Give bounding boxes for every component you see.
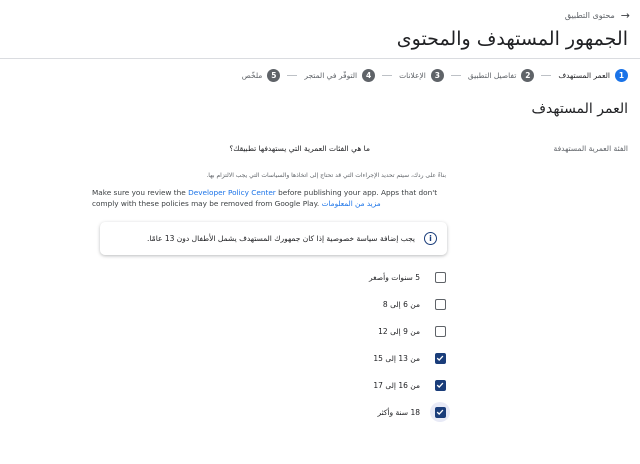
step-number: 4: [362, 69, 376, 82]
step-label: العمر المستهدف: [558, 71, 610, 80]
checkbox-container: [430, 294, 450, 314]
step-label: التوفّر في المتجر: [304, 71, 358, 80]
step-number: 5: [267, 69, 281, 82]
checkbox-container: [430, 348, 450, 368]
age-option-16-17[interactable]: من 16 إلى 17: [373, 375, 450, 395]
age-option-label: 5 سنوات وأصغر: [369, 272, 420, 282]
step-app-details[interactable]: 2 تفاصيل التطبيق: [467, 69, 535, 82]
checkbox[interactable]: [434, 352, 446, 364]
stepper: 1 العمر المستهدف 2 تفاصيل التطبيق 3 الإع…: [242, 69, 628, 82]
learn-more-link[interactable]: مزيد من المعلومات: [322, 199, 381, 208]
age-option-13-15[interactable]: من 13 إلى 15: [373, 348, 450, 368]
checkbox-container: [430, 402, 450, 422]
step-number: 2: [521, 69, 535, 82]
step-number: 3: [430, 69, 444, 82]
checkbox[interactable]: [434, 298, 446, 310]
age-option-label: من 6 إلى 8: [382, 299, 420, 309]
step-ads[interactable]: 3 الإعلانات: [399, 69, 444, 82]
policy-text-before: Make sure you review the: [92, 188, 189, 197]
age-option-label: 18 سنة وأكثر: [377, 407, 420, 417]
step-number: 1: [615, 69, 628, 82]
age-option-label: من 9 إلى 12: [378, 326, 420, 336]
step-target-age[interactable]: 1 العمر المستهدف: [558, 69, 628, 82]
step-label: تفاصيل التطبيق: [467, 71, 517, 80]
back-link[interactable]: → محتوى التطبيق: [565, 10, 630, 21]
checkbox[interactable]: [434, 406, 446, 418]
step-separator: [541, 75, 552, 76]
age-option-label: من 13 إلى 15: [373, 353, 420, 363]
step-label: ملخّص: [241, 71, 263, 80]
checkbox-container: [430, 321, 450, 341]
checkmark-icon: [436, 382, 444, 389]
policy-note: Make sure you review the Developer Polic…: [92, 187, 448, 209]
info-icon: i: [424, 232, 437, 245]
section-title: العمر المستهدف: [531, 101, 628, 117]
checkbox[interactable]: [434, 325, 446, 337]
age-option-9-12[interactable]: من 9 إلى 12: [378, 321, 450, 341]
developer-policy-center-link[interactable]: Developer Policy Center: [188, 188, 276, 197]
step-store-presence[interactable]: 4 التوفّر في المتجر: [304, 69, 376, 82]
step-separator: [382, 75, 393, 76]
checkbox[interactable]: [434, 271, 446, 283]
age-option-6-8[interactable]: من 6 إلى 8: [383, 294, 450, 314]
header-divider: [0, 58, 640, 59]
age-option-5-under[interactable]: 5 سنوات وأصغر: [369, 267, 450, 287]
checkbox-container: [430, 375, 450, 395]
checkbox[interactable]: [434, 379, 446, 391]
age-option-18-plus[interactable]: 18 سنة وأكثر: [377, 402, 450, 422]
checkmark-icon: [436, 409, 444, 416]
page-title: الجمهور المستهدف والمحتوى: [396, 28, 628, 50]
back-link-label: محتوى التطبيق: [564, 11, 615, 20]
info-card-text: يجب إضافة سياسة خصوصية إذا كان جمهورك ال…: [147, 234, 415, 243]
checkbox-container: [430, 267, 450, 287]
step-separator: [287, 75, 298, 76]
age-question: ما هي الفئات العمرية التي يستهدفها تطبيق…: [229, 144, 370, 153]
privacy-info-card: i يجب إضافة سياسة خصوصية إذا كان جمهورك …: [100, 222, 447, 255]
step-label: الإعلانات: [399, 71, 426, 80]
checkmark-icon: [436, 355, 444, 362]
target-age-field-label: الفئة العمرية المستهدفة: [553, 144, 628, 153]
step-summary[interactable]: 5 ملخّص: [242, 69, 281, 82]
arrow-right-icon: →: [620, 9, 630, 22]
helper-text: بناءً على ردك، سيتم تحديد الإجراءات التي…: [206, 172, 446, 179]
step-separator: [450, 75, 461, 76]
age-option-label: من 16 إلى 17: [373, 380, 420, 390]
